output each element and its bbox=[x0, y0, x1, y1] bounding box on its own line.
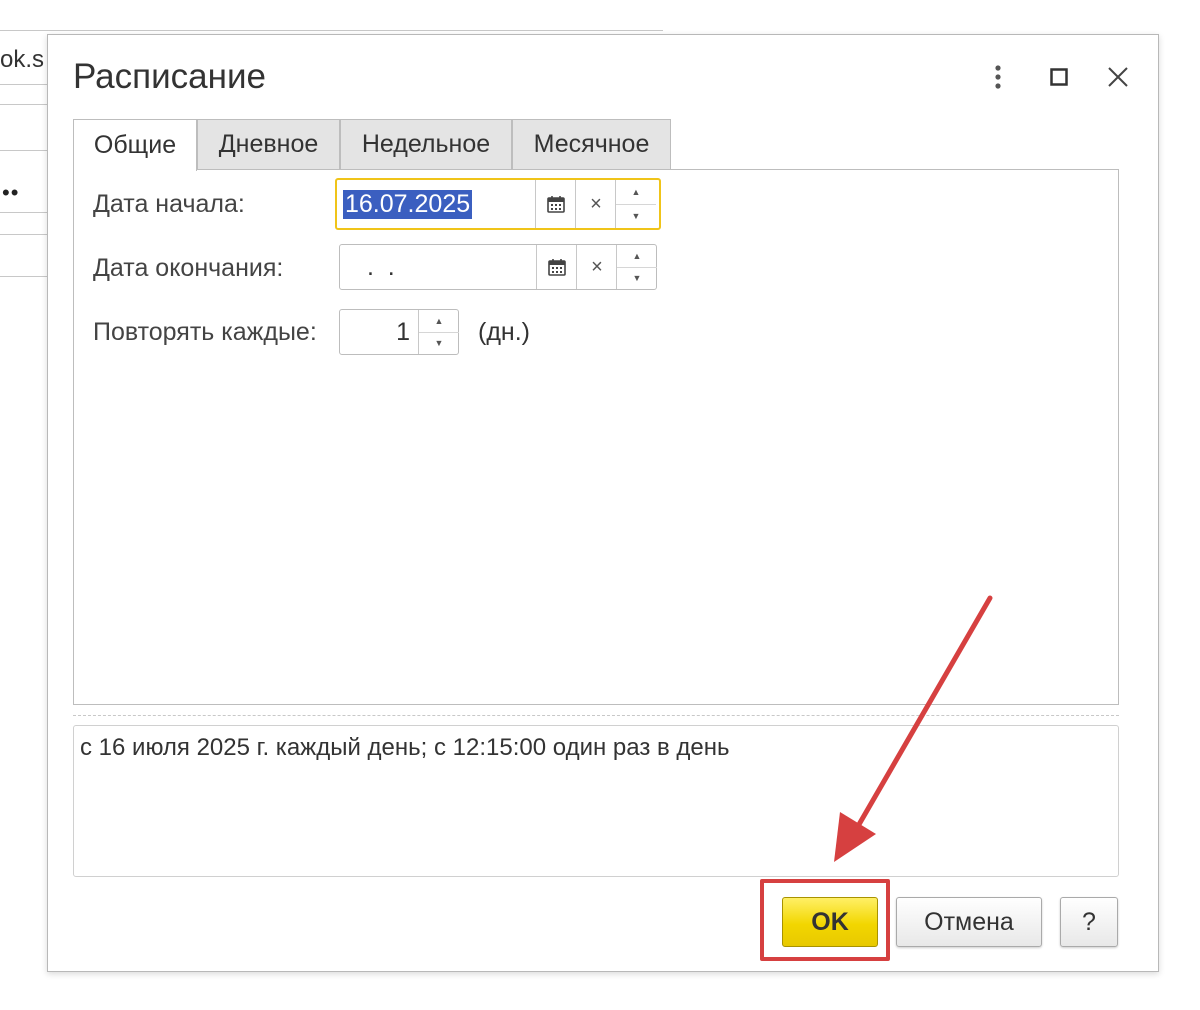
spin-up-icon[interactable]: ▲ bbox=[616, 180, 656, 205]
clear-icon[interactable]: × bbox=[575, 180, 616, 228]
maximize-icon[interactable] bbox=[1041, 59, 1077, 95]
separator bbox=[73, 715, 1119, 716]
background-divider bbox=[0, 276, 48, 277]
cancel-button[interactable]: Отмена bbox=[896, 897, 1042, 947]
repeat-spinner[interactable]: ▲ ▼ bbox=[418, 310, 459, 354]
background-text: ok.s bbox=[0, 46, 45, 73]
start-date-label: Дата начала: bbox=[93, 190, 245, 218]
general-tab-panel: Дата начала: 16.07.2025 × ▲ ▼ Дата оконч… bbox=[73, 169, 1119, 705]
spin-down-icon[interactable]: ▼ bbox=[616, 204, 656, 228]
ok-highlight-frame bbox=[760, 879, 890, 961]
end-date-value[interactable]: . . bbox=[360, 253, 395, 282]
background-divider bbox=[0, 104, 48, 105]
end-date-spinner[interactable]: ▲ ▼ bbox=[616, 245, 657, 289]
background-password-dots: •• bbox=[2, 180, 20, 205]
calendar-icon[interactable] bbox=[536, 245, 577, 289]
start-date-field[interactable]: 16.07.2025 × ▲ ▼ bbox=[335, 178, 661, 230]
spin-down-icon[interactable]: ▼ bbox=[419, 332, 459, 354]
background-divider bbox=[0, 150, 48, 151]
tab-monthly[interactable]: Месячное bbox=[512, 119, 671, 169]
calendar-icon[interactable] bbox=[535, 180, 576, 228]
clear-icon[interactable]: × bbox=[576, 245, 617, 289]
schedule-dialog: Расписание Общие Дневное Недельное Месяч… bbox=[47, 34, 1159, 972]
start-date-spinner[interactable]: ▲ ▼ bbox=[615, 180, 656, 228]
repeat-unit-label: (дн.) bbox=[478, 318, 530, 346]
schedule-summary: с 16 июля 2025 г. каждый день; с 12:15:0… bbox=[73, 725, 1119, 877]
tab-weekly[interactable]: Недельное bbox=[340, 119, 512, 169]
help-button[interactable]: ? bbox=[1060, 897, 1118, 947]
end-date-label: Дата окончания: bbox=[93, 254, 284, 282]
start-date-value[interactable]: 16.07.2025 bbox=[343, 190, 473, 219]
background-divider bbox=[0, 84, 48, 85]
repeat-interval-value[interactable]: 1 bbox=[396, 318, 410, 347]
more-options-icon[interactable] bbox=[980, 59, 1016, 95]
repeat-interval-field[interactable]: 1 ▲ ▼ bbox=[339, 309, 459, 355]
repeat-label: Повторять каждые: bbox=[93, 318, 317, 346]
spin-down-icon[interactable]: ▼ bbox=[617, 267, 657, 289]
spin-up-icon[interactable]: ▲ bbox=[617, 245, 657, 268]
tab-general[interactable]: Общие bbox=[73, 119, 197, 171]
background-divider bbox=[0, 234, 48, 235]
close-icon[interactable] bbox=[1100, 59, 1136, 95]
background-divider bbox=[0, 212, 48, 213]
tab-daily[interactable]: Дневное bbox=[197, 119, 340, 169]
dialog-title: Расписание bbox=[73, 57, 266, 96]
spin-up-icon[interactable]: ▲ bbox=[419, 310, 459, 333]
end-date-field[interactable]: . . × ▲ ▼ bbox=[339, 244, 657, 290]
